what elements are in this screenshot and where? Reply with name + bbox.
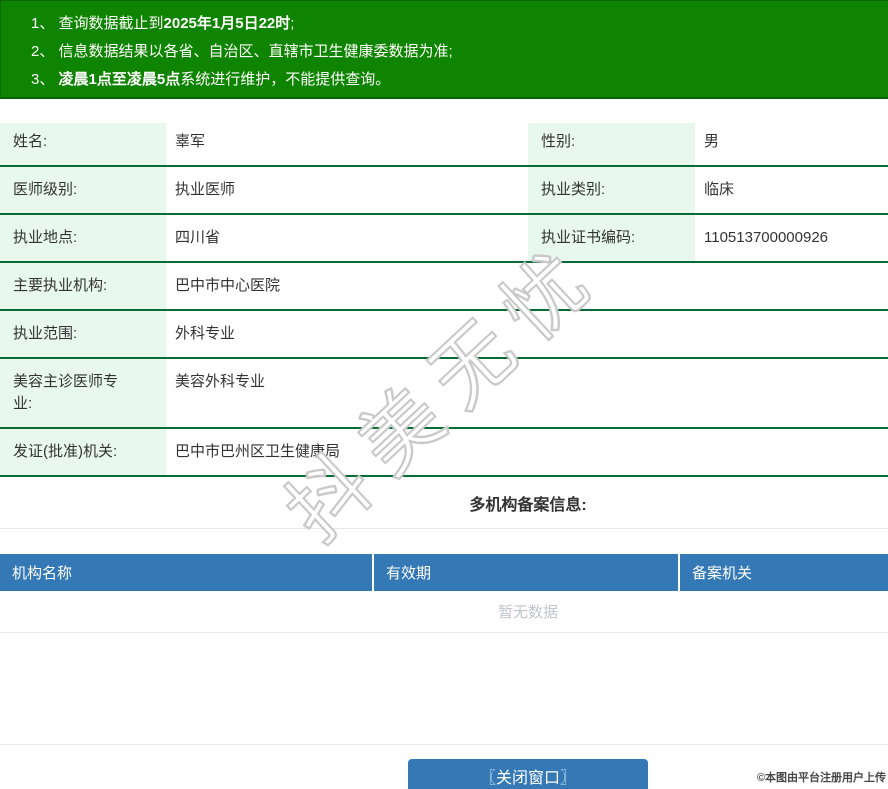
- field-value-main-institution: 巴中市中心医院: [175, 277, 281, 294]
- notice-segment: 系统进行维护，不能提供查询。: [180, 71, 391, 88]
- notice-line-1: 1、 查询数据截止到2025年1月5日22时;: [31, 10, 888, 38]
- notice-line-2: 2、 信息数据结果以各省、自治区、直辖市卫生健康委数据为准;: [31, 38, 888, 66]
- records-table-header: 机构名称 有效期 备案机关: [0, 554, 888, 591]
- notice-segment-bold: 凌晨1点至凌晨5点: [58, 71, 181, 88]
- field-label-main-institution: 主要执业机构:: [0, 263, 166, 309]
- field-label-practice-category: 执业类别:: [528, 167, 695, 213]
- field-label-doctor-level: 医师级别:: [0, 167, 166, 213]
- header-cell-institution-name: 机构名称: [12, 565, 73, 582]
- page-content: 1、 查询数据截止到2025年1月5日22时; 2、 信息数据结果以各省、自治区…: [0, 0, 888, 789]
- close-window-button[interactable]: 〖关闭窗口〗: [408, 759, 648, 789]
- notice-segment: 1、 查询数据截止到: [31, 15, 164, 32]
- field-label-cosmetic-specialty: 美容主诊医师专业:: [0, 359, 166, 427]
- table-row-level-category: 医师级别: 执业医师 执业类别: 临床: [0, 167, 888, 215]
- field-value-license-number: 110513700000926: [704, 229, 829, 246]
- notice-segment: 2、 信息数据结果以各省、自治区、直辖市卫生健康委数据为准;: [31, 43, 453, 60]
- header-cell-validity-period: 有效期: [372, 554, 678, 591]
- field-value-gender: 男: [704, 133, 720, 150]
- multi-org-records-title: 多机构备案信息:: [0, 477, 888, 529]
- doctor-info-table: 姓名: 辜军 性别: 男 医师级别: 执业医师 执业类别: 临床 执业地点: 四…: [0, 123, 888, 477]
- field-label-issuing-authority: 发证(批准)机关:: [0, 429, 166, 475]
- footer-bar: 〖关闭窗口〗: [0, 744, 888, 789]
- table-row-cosmetic-specialty: 美容主诊医师专业: 美容外科专业: [0, 359, 888, 429]
- table-row-location-license: 执业地点: 四川省 执业证书编码: 110513700000926: [0, 215, 888, 263]
- table-row-name-gender: 姓名: 辜军 性别: 男: [0, 123, 888, 167]
- field-label-practice-location: 执业地点:: [0, 215, 166, 261]
- notice-segment: 3、: [31, 71, 59, 88]
- notice-line-3: 3、 凌晨1点至凌晨5点系统进行维护，不能提供查询。: [31, 66, 888, 94]
- table-row-practice-scope: 执业范围: 外科专业: [0, 311, 888, 359]
- notice-segment-bold: 2025年1月5日22时: [163, 15, 291, 32]
- table-row-main-institution: 主要执业机构: 巴中市中心医院: [0, 263, 888, 311]
- field-value-issuing-authority: 巴中市巴州区卫生健康局: [175, 443, 341, 460]
- empty-data-text: 暂无数据: [0, 591, 888, 633]
- copyright-note: ©本图由平台注册用户上传: [756, 772, 886, 784]
- notice-banner: 1、 查询数据截止到2025年1月5日22时; 2、 信息数据结果以各省、自治区…: [0, 0, 888, 99]
- field-value-practice-location: 四川省: [175, 229, 221, 246]
- field-label-license-number: 执业证书编码:: [528, 215, 695, 261]
- field-label-practice-scope: 执业范围:: [0, 311, 166, 357]
- header-cell-filing-authority: 备案机关: [678, 554, 888, 591]
- query-result-page: 1、 查询数据截止到2025年1月5日22时; 2、 信息数据结果以各省、自治区…: [0, 0, 888, 789]
- field-value-practice-scope: 外科专业: [175, 325, 236, 342]
- field-value-cosmetic-specialty: 美容外科专业: [175, 373, 266, 390]
- field-value-name: 辜军: [175, 133, 206, 150]
- table-row-issuing-authority: 发证(批准)机关: 巴中市巴州区卫生健康局: [0, 429, 888, 477]
- field-value-practice-category: 临床: [704, 181, 735, 198]
- field-value-doctor-level: 执业医师: [175, 181, 236, 198]
- field-label-gender: 性别:: [528, 123, 695, 165]
- field-label-name: 姓名:: [0, 123, 166, 165]
- notice-segment: ;: [290, 15, 295, 32]
